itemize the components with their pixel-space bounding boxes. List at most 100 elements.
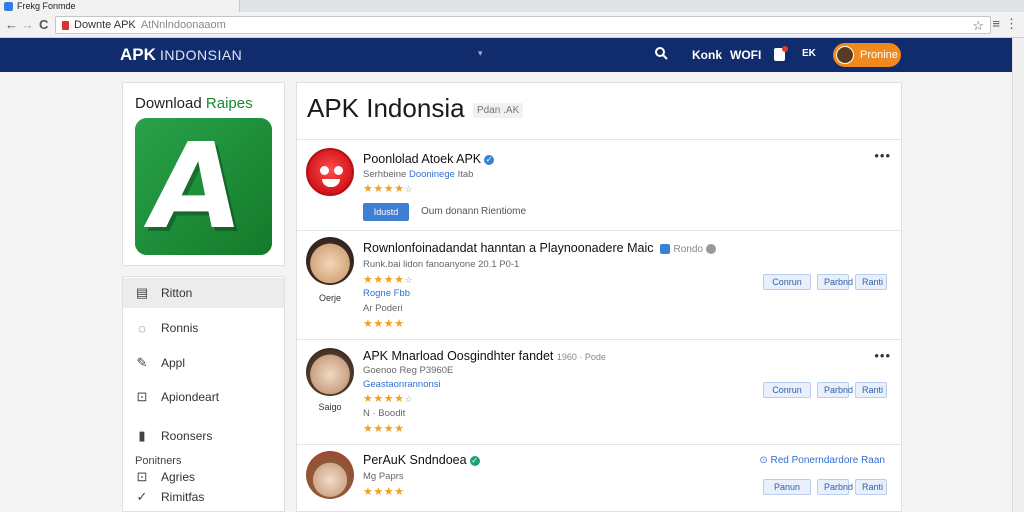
app-title[interactable]: Poonlolad Atoek APK ✓ (363, 152, 495, 166)
verified-icon: ✓ (469, 455, 480, 466)
info-icon (659, 243, 670, 254)
tab-title: Frekg Fonmde (17, 1, 76, 11)
sidebar-item-label: Appl (161, 356, 186, 370)
rating-stars: ★★★★ (363, 318, 405, 330)
sidebar-item-appl[interactable]: ✎ Appl (123, 348, 284, 378)
bookmark-star-icon[interactable]: ☆ (972, 18, 984, 34)
favicon-icon (4, 1, 13, 11)
kebab-menu-icon[interactable]: ⋮ (1005, 16, 1018, 32)
sidebar-item-label: Roonsers (161, 429, 213, 443)
user-label: Pronine (860, 49, 898, 61)
sidebar-item-label: Rimitfas (161, 490, 205, 504)
get-link[interactable]: ⊙ Red Ponerndardore Raan (759, 455, 885, 466)
install-button[interactable]: Idustd (363, 203, 409, 221)
action-button-2[interactable]: Parbnd (817, 274, 853, 290)
sidebar-item-label: Ronnis (161, 321, 199, 335)
browser-tab[interactable]: Frekg Fonmde (0, 0, 240, 12)
rating-stars: ★★★★ (363, 486, 405, 498)
app-meta: Ar Poderi (363, 303, 403, 314)
search-icon[interactable] (654, 46, 668, 63)
title-tag: Pdan .AK (473, 103, 524, 118)
pencil-icon: ✎ (136, 355, 148, 370)
sidebar-item-rimitfas[interactable]: ✓ Rimitfas (123, 487, 284, 507)
box-icon: ⊡ (136, 389, 148, 404)
more-options-icon[interactable]: ••• (874, 148, 891, 163)
action-button-1[interactable]: Conrun (763, 274, 811, 290)
browser-toolbar: ← → C Downte APK AtNnlndoonaaom ☆ ≡ ⋮ (0, 12, 1024, 38)
page-title: APK Indonsia (307, 93, 465, 123)
sidebar-nav: ▤ Ritton ◌ Ronnis ✎ Appl ⊡ Apiondeart ▮ … (122, 276, 285, 512)
rating-stars: ★★★★☆ (363, 274, 413, 286)
action-button-2[interactable]: Parbnd (817, 382, 853, 398)
app-meta: Runk.bai lidon fanoanyone 20.1 P0-1 (363, 259, 520, 270)
sidebar-item-label: Agries (161, 470, 196, 484)
site-logo-subtitle: INDONSIAN (160, 47, 243, 63)
check-icon: ✓ (136, 489, 148, 504)
browser-tabbar: Frekg Fonmde (0, 0, 1024, 12)
app-meta: N · Boodit (363, 408, 406, 419)
dropdown-icon[interactable]: ▾ (478, 48, 483, 59)
app-title[interactable]: Rownlonfoinadandat hanntan a Playnoonade… (363, 241, 716, 255)
app-icon-label: Oerje (318, 293, 341, 303)
list-item[interactable]: Oerje Rownlonfoinadandat hanntan a Playn… (297, 231, 901, 339)
list-item[interactable]: PerAuK Sndndoea ✓ Mg Paprs ★★★★ ⊙ Red Pon… (297, 445, 901, 511)
app-icon[interactable] (306, 148, 354, 196)
more-options-icon[interactable]: ••• (874, 348, 891, 363)
app-meta-link[interactable]: Geastaonrannonsi (363, 379, 441, 390)
promo-title: Download Raipes (135, 95, 253, 112)
address-bar[interactable]: Downte APK AtNnlndoonaaom ☆ (55, 16, 991, 34)
sidebar-item-label: Apiondeart (161, 390, 220, 404)
action-buttons: Conrun Parbnd Ranti (763, 382, 887, 398)
sidebar-item-agries[interactable]: ⊡ Agries (123, 467, 284, 487)
app-logo-icon[interactable]: A (135, 118, 272, 255)
app-title[interactable]: PerAuK Sndndoea ✓ (363, 453, 480, 467)
action-button-3[interactable]: Ranti (855, 274, 887, 290)
notification-icon[interactable] (774, 46, 788, 61)
app-link-1[interactable]: Oum donann (421, 206, 479, 217)
verified-icon: ✓ (484, 154, 495, 165)
box-icon: ⊡ (136, 469, 148, 484)
app-link-2[interactable]: Rientiome (481, 206, 526, 217)
action-button-2[interactable]: Parbnd (817, 479, 853, 495)
lock-icon (62, 20, 69, 30)
sidebar-item-ronnis[interactable]: ◌ Ronnis (123, 313, 284, 343)
rating-stars: ★★★★☆ (363, 183, 413, 195)
menu-icon[interactable]: ≡ (992, 16, 1000, 32)
action-button-1[interactable]: Conrun (763, 382, 811, 398)
app-meta: Serhbeine Dooninege Itab (363, 169, 474, 180)
app-logo-letter: A (139, 118, 251, 255)
main-content: APK Indonsia Pdan .AK Poonlolad Atoek AP… (296, 82, 902, 512)
action-button-3[interactable]: Ranti (855, 382, 887, 398)
forward-arrow-icon[interactable]: → (21, 17, 34, 33)
action-buttons: Conrun Parbnd Ranti (763, 274, 887, 290)
site-logo[interactable]: APK (120, 45, 156, 65)
action-button-3[interactable]: Ranti (855, 479, 887, 495)
back-arrow-icon[interactable]: ← (5, 17, 18, 33)
app-meta: Mg Paprs (363, 471, 404, 482)
app-meta-link[interactable]: Rogne Fbb (363, 288, 410, 299)
user-menu-button[interactable]: Pronine (833, 43, 901, 67)
list-item[interactable]: Saigo APK Mnarload Oosgindhter fandet 19… (297, 340, 901, 444)
app-icon[interactable] (306, 451, 354, 499)
reload-icon[interactable]: C (39, 17, 48, 33)
header-link-2[interactable]: WOFI (730, 48, 761, 62)
page-scrollbar[interactable] (1012, 38, 1024, 512)
rating-stars: ★★★★ (363, 423, 405, 435)
sidebar-item-apiondeart[interactable]: ⊡ Apiondeart (123, 382, 284, 412)
header-link-1[interactable]: Konk (692, 48, 722, 62)
sidebar-section-heading: Ponitners (135, 455, 182, 467)
rating-stars: ★★★★☆ (363, 393, 413, 405)
app-icon[interactable] (306, 348, 354, 396)
list-item[interactable]: Poonlolad Atoek APK ✓ Serhbeine Dooninege… (297, 140, 901, 230)
app-meta: Goenoo Reg P3960E (363, 365, 454, 376)
header-link-3[interactable]: EK (802, 48, 816, 59)
verified-icon (705, 243, 716, 254)
search-icon: ◌ (138, 320, 146, 336)
action-button-1[interactable]: Panun (763, 479, 811, 495)
bar-icon: ▮ (138, 428, 146, 443)
app-icon[interactable] (306, 237, 354, 285)
download-promo-card[interactable]: Download Raipes A (122, 82, 285, 266)
sidebar-item-ritton[interactable]: ▤ Ritton (123, 278, 284, 308)
app-title[interactable]: APK Mnarload Oosgindhter fandet 1960 · P… (363, 349, 606, 363)
sidebar-item-roonsers[interactable]: ▮ Roonsers (123, 421, 284, 451)
